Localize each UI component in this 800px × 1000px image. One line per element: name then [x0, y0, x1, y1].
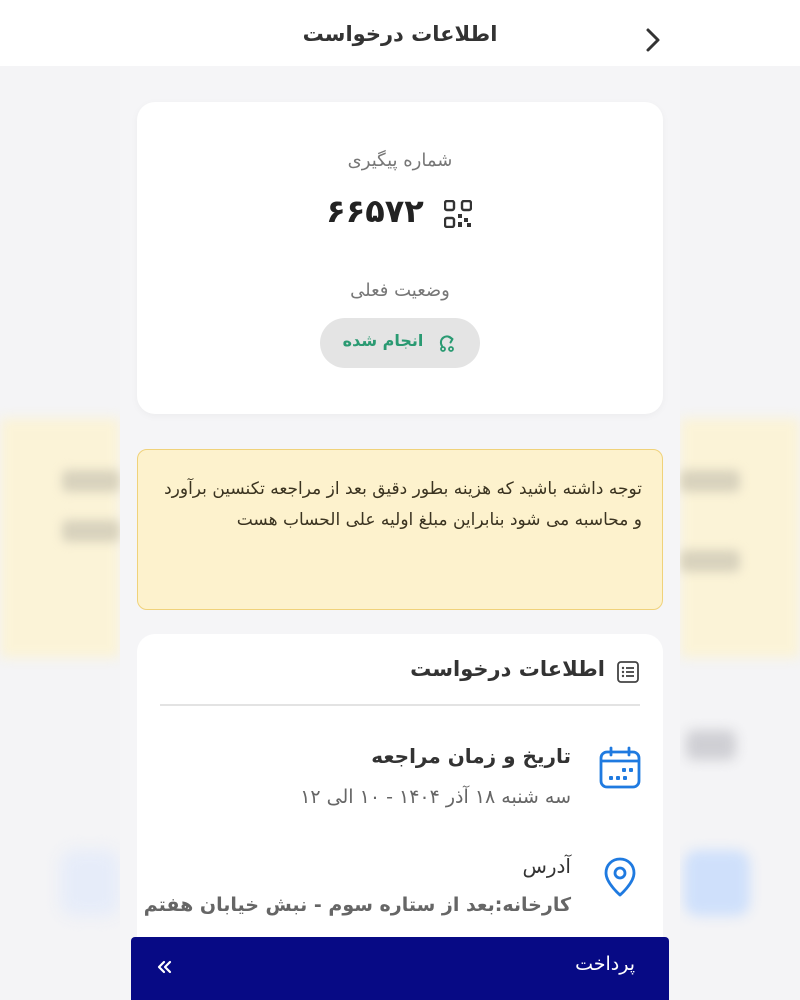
status-label: وضعیت فعلی — [350, 280, 450, 301]
backdrop-blur-button — [684, 850, 750, 916]
back-button[interactable] — [634, 22, 674, 58]
status-refresh-icon — [439, 335, 454, 352]
visit-datetime-title: تاریخ و زمان مراجعه — [371, 744, 571, 768]
visit-datetime-value: سه شنبه ۱۸ آذر ۱۴۰۴ - ۱۰ الی ۱۲ — [300, 786, 571, 808]
backdrop-yellow-right — [680, 418, 800, 658]
backdrop-blur-icon — [686, 730, 736, 760]
backdrop-blur-text — [62, 520, 120, 542]
location-pin-icon — [604, 857, 636, 897]
backdrop-blur-text — [62, 470, 120, 492]
top-app-bar: اطلاعات درخواست — [0, 0, 800, 66]
notice-text: توجه داشته باشید که هزینه بطور دقیق بعد … — [164, 479, 642, 530]
divider — [160, 704, 640, 706]
request-info-title: اطلاعات درخواست — [410, 657, 605, 681]
qr-code-icon[interactable] — [444, 200, 472, 228]
list-icon — [617, 661, 639, 683]
backdrop-blur-button — [60, 850, 120, 916]
tracking-number-label: شماره پیگیری — [347, 150, 453, 171]
status-badge: انجام شده — [320, 318, 480, 368]
backdrop-blur-text — [680, 550, 740, 572]
pay-button-label: پرداخت — [575, 953, 635, 975]
pay-button[interactable]: پرداخت — [131, 937, 669, 1000]
back-chevron-icon — [646, 28, 660, 52]
cost-notice: توجه داشته باشید که هزینه بطور دقیق بعد … — [137, 449, 663, 610]
tracking-number: ۶۶۵۷۲ — [326, 192, 424, 230]
double-chevron-left-icon — [157, 960, 172, 974]
status-value: انجام شده — [342, 331, 424, 350]
tracking-number-row: ۶۶۵۷۲ — [320, 192, 480, 236]
calendar-icon — [599, 746, 641, 789]
address-title: آدرس — [522, 854, 571, 878]
address-value: کارخانه:بعد از ستاره سوم - نبش خیابان هف… — [143, 894, 571, 916]
page-title: اطلاعات درخواست — [302, 22, 498, 46]
backdrop-blur-text — [680, 470, 740, 492]
